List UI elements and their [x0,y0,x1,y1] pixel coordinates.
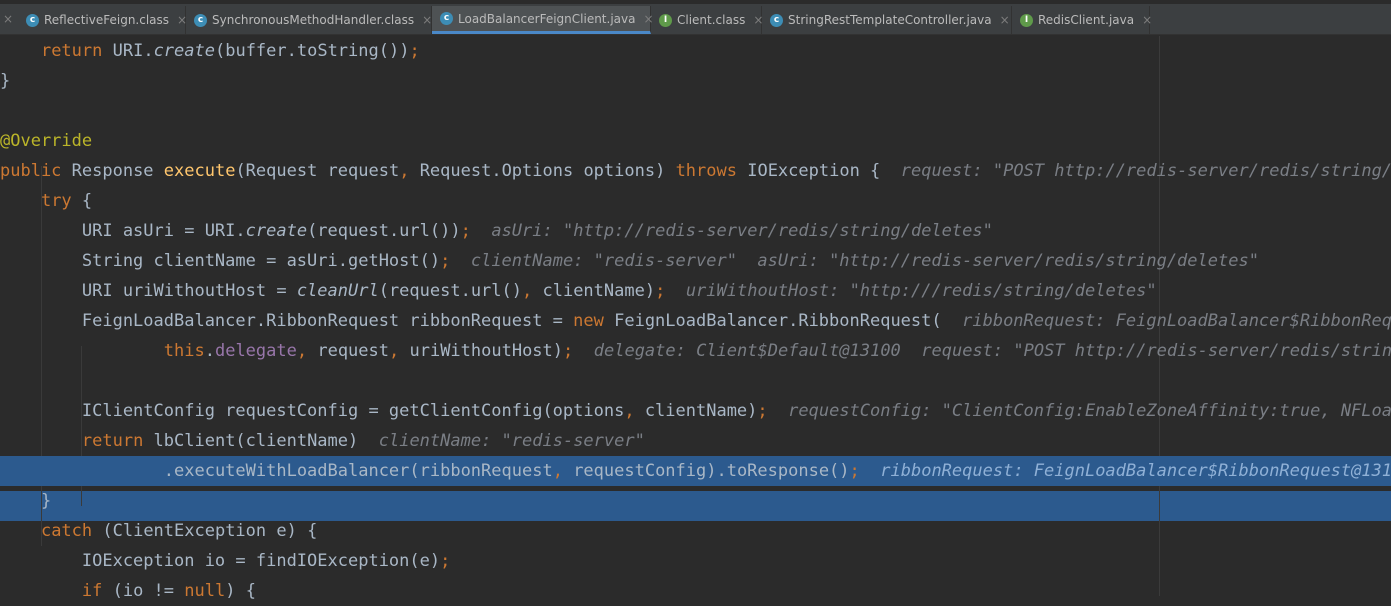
code-line[interactable]: String clientName = asUri.getHost(); cli… [0,246,1391,276]
code-line-method-signature[interactable]: public Response execute(Request request,… [0,156,1391,186]
inline-debug-value: clientName: "redis-server" [378,431,645,451]
close-icon[interactable]: × [3,12,13,26]
tab-label: ReflectiveFeign.class [44,13,170,27]
code-line[interactable]: } [0,486,1391,516]
code-line-annotation[interactable]: @Override [0,126,1391,156]
class-icon: c [770,13,783,27]
code-line[interactable]: FeignLoadBalancer.RibbonRequest ribbonRe… [0,306,1391,336]
code-line[interactable]: try { [0,186,1391,216]
code-line[interactable]: return lbClient(clientName) clientName: … [0,426,1391,456]
inline-debug-value: ribbonRequest: FeignLoadBalancer$RibbonR… [880,461,1391,481]
inline-debug-value: clientName: "redis-server" asUri: "http:… [470,251,1259,271]
interface-icon: I [1020,13,1033,27]
code-line[interactable]: } [0,66,1391,96]
code-line[interactable]: IOException io = findIOException(e); [0,546,1391,576]
class-icon: c [194,13,207,27]
tab-bar-top-strip [0,0,1391,4]
tab-label: LoadBalancerFeignClient.java [458,11,636,26]
inline-debug-value: request: "POST http://redis-server/redis… [900,161,1391,181]
tab-label: SynchronousMethodHandler.class [212,13,415,27]
tab-redis-client[interactable]: I RedisClient.java × [1012,6,1152,34]
inline-debug-value: ribbonRequest: FeignLoadBalancer$RibbonR… [962,311,1391,331]
tab-label: StringRestTemplateController.java [788,13,992,27]
tab-load-balancer-feign-client[interactable]: c LoadBalancerFeignClient.java × [432,6,654,34]
tab-string-rest-template-controller[interactable]: c StringRestTemplateController.java × [762,6,1012,34]
close-icon[interactable]: × [1000,13,1010,27]
code-line[interactable]: return URI.create(buffer.toString()); [0,36,1391,66]
code-line[interactable]: URI asUri = URI.create(request.url()); a… [0,216,1391,246]
tab-reflective-feign[interactable]: c ReflectiveFeign.class × [18,6,187,34]
interface-icon: I [659,13,672,27]
close-icon[interactable]: × [1142,13,1152,27]
class-icon: c [26,13,39,27]
code-line[interactable]: if (io != null) { [0,576,1391,606]
inline-debug-value: asUri: "http://redis-server/redis/string… [491,221,993,241]
code-line[interactable]: URI uriWithoutHost = cleanUrl(request.ur… [0,276,1391,306]
code-line[interactable]: IClientConfig requestConfig = getClientC… [0,396,1391,426]
tab-label: RedisClient.java [1038,13,1135,27]
code-line-current-execution[interactable]: .executeWithLoadBalancer(ribbonRequest, … [0,456,1391,486]
inline-debug-value: uriWithoutHost: "http:///redis/string/de… [685,281,1157,301]
inline-debug-value: delegate: Client$Default@13100 request: … [593,341,1391,361]
editor-tab-bar: × c ReflectiveFeign.class × c Synchronou… [0,0,1391,35]
close-icon[interactable]: × [422,13,432,27]
tab-label: Client.class [677,13,746,27]
code-line[interactable]: this.delegate, request, uriWithoutHost);… [0,336,1391,366]
tab-client[interactable]: I Client.class × [651,6,763,34]
tab-synchronous-method-handler[interactable]: c SynchronousMethodHandler.class × [186,6,432,34]
code-line[interactable]: catch (ClientException e) { [0,516,1391,546]
class-icon: c [440,12,453,25]
inline-debug-value: requestConfig: "ClientConfig:EnableZoneA… [788,401,1391,421]
